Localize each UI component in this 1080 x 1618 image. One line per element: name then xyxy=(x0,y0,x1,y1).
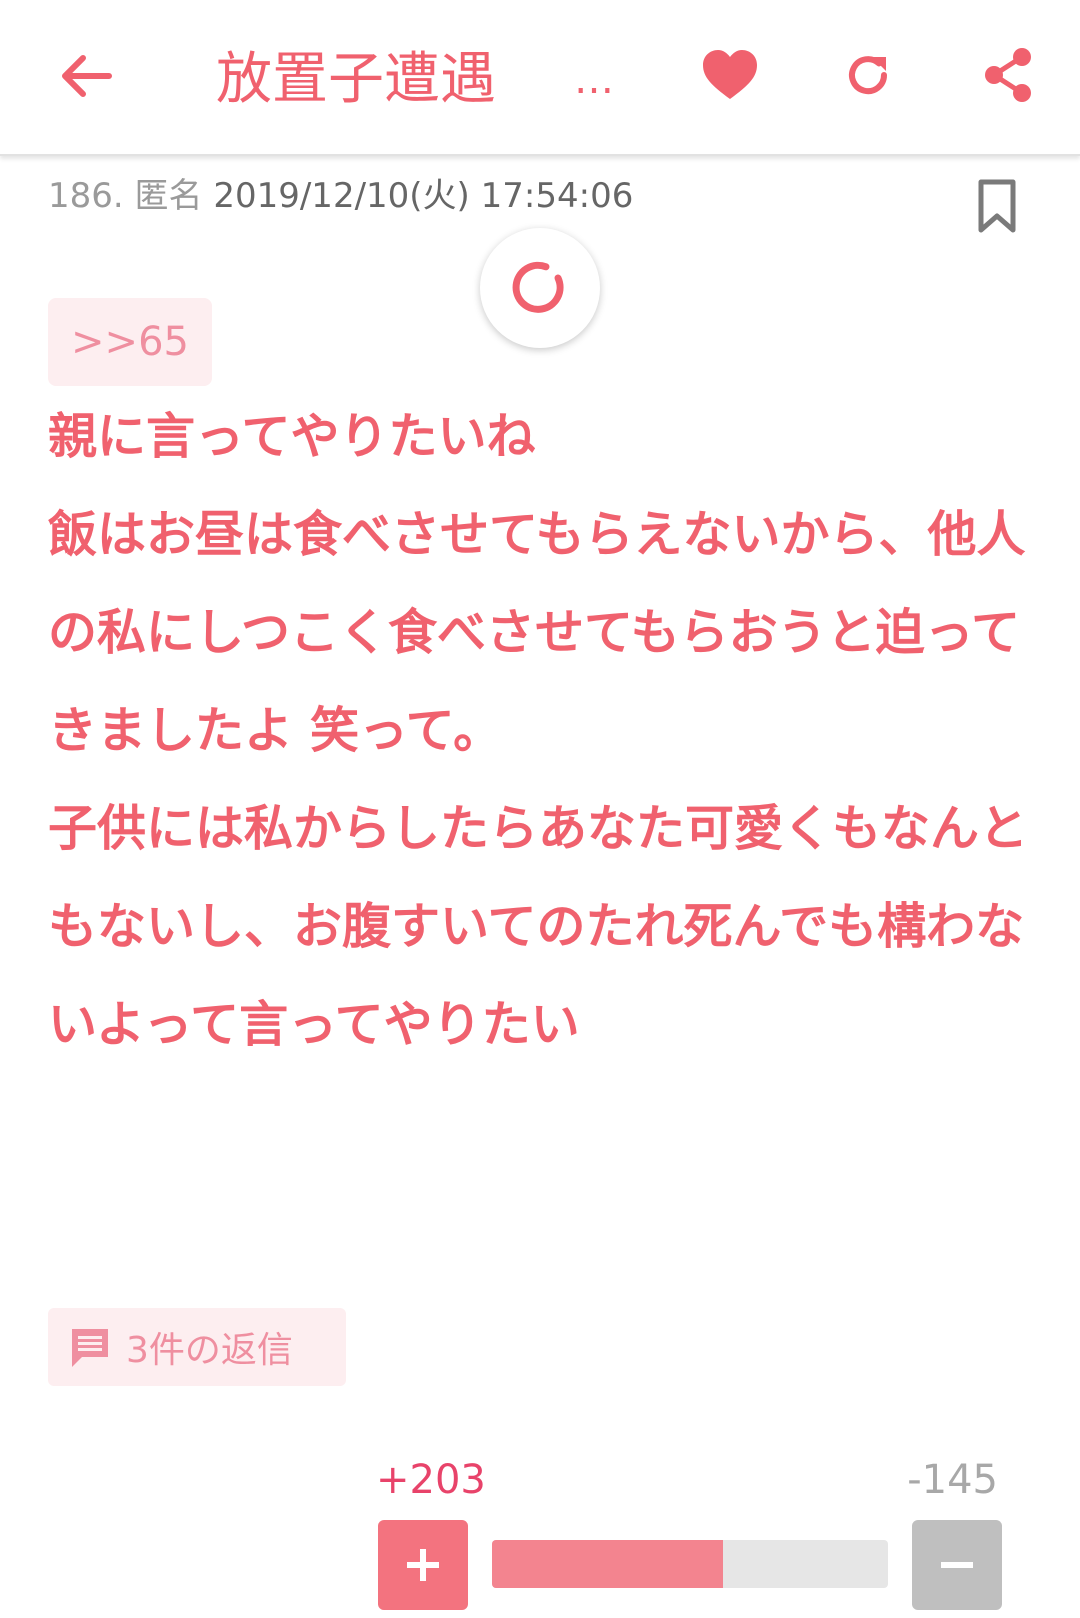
heart-icon xyxy=(703,50,757,99)
vote-ratio-fill xyxy=(492,1540,723,1588)
bookmark-button[interactable] xyxy=(972,178,1022,236)
vote-ratio-bar xyxy=(492,1540,888,1588)
plus-vote-button[interactable] xyxy=(378,1520,468,1610)
app-bar: 放置子遭遇 … xyxy=(0,0,1080,156)
spinner-icon xyxy=(512,261,564,313)
minus-vote-count: -145 xyxy=(907,1457,998,1503)
loading-spinner xyxy=(480,228,600,348)
share-icon xyxy=(985,48,1031,102)
plus-icon xyxy=(407,1549,439,1581)
favorite-button[interactable] xyxy=(680,30,780,120)
replies-button[interactable]: 3件の返信 xyxy=(48,1308,346,1386)
post-body: 親に言ってやりたいね 飯はお昼は食べさせてもらえないから、他人の私にしつこく食べ… xyxy=(48,408,1029,1053)
page-title: 放置子遭遇 xyxy=(216,47,496,112)
post-datetime: 2019/12/10(火) 17:54:06 xyxy=(213,176,634,216)
plus-vote-count: +203 xyxy=(376,1457,486,1503)
back-button[interactable] xyxy=(40,36,130,116)
minus-vote-button[interactable] xyxy=(912,1520,1002,1610)
reply-anchor-link[interactable]: >>65 xyxy=(48,298,212,386)
bookmark-icon xyxy=(978,179,1016,233)
title-ellipsis: … xyxy=(574,57,614,103)
refresh-icon xyxy=(849,56,888,95)
post-author: 匿名 xyxy=(134,176,203,216)
arrow-left-icon xyxy=(62,55,112,97)
minus-icon xyxy=(941,1562,973,1568)
post-number: 186. xyxy=(48,176,124,216)
reload-button[interactable] xyxy=(818,30,918,120)
replies-label: 3件の返信 xyxy=(126,1330,293,1371)
share-button[interactable] xyxy=(958,30,1058,120)
post-meta: 186. 匿名 2019/12/10(火) 17:54:06 xyxy=(48,168,633,224)
comment-icon xyxy=(68,1325,112,1369)
